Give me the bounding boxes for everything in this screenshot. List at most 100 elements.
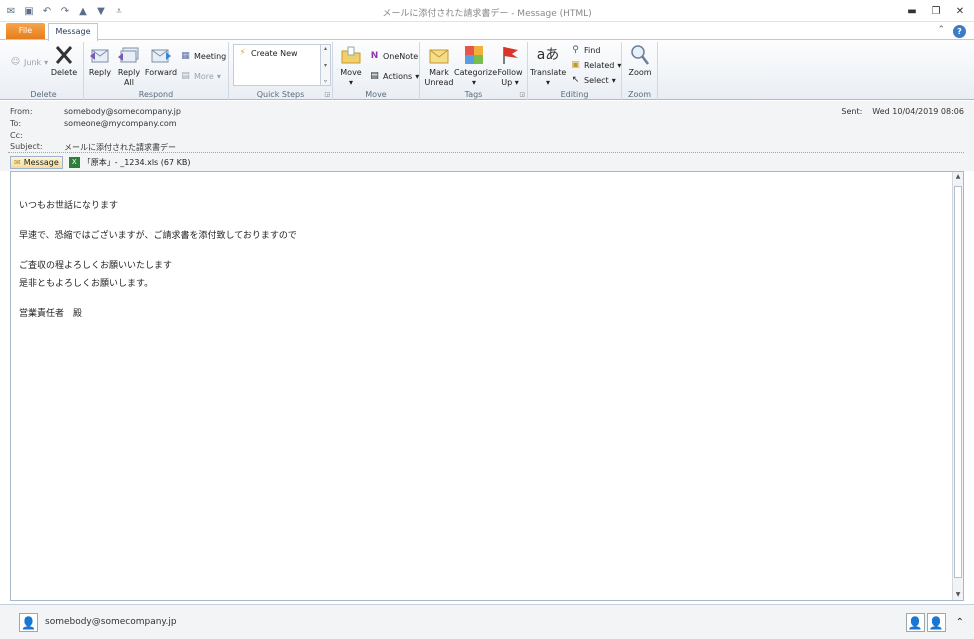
contact-avatar[interactable]: 👤 [926, 613, 946, 632]
tags-launcher-icon[interactable]: ◲ [519, 91, 525, 98]
delete-icon [52, 44, 76, 66]
message-body[interactable]: いつもお世話になります 早速で、恐縮ではございますが、ご請求書を添付致しておりま… [10, 171, 964, 601]
group-respond: Reply Reply All Forward ▦ Meeting ▤ More… [84, 42, 229, 100]
attachment-bar: ✉ Message X 「原本」- _1234.xls (67 KB) [10, 155, 190, 170]
attachment-file[interactable]: X 「原本」- _1234.xls (67 KB) [68, 157, 191, 168]
window-title: メールに添付された請求書デー - Message (HTML) [382, 9, 592, 19]
body-line: 営業責任者 殿 [19, 309, 83, 319]
related-icon: ▣ [571, 60, 580, 70]
group-zoom: Zoom Zoom [622, 42, 658, 100]
window-controls: ▬ ❐ ✕ [904, 4, 968, 18]
envelope-icon: ✉ [14, 158, 21, 167]
group-label-editing: Editing [560, 90, 589, 99]
translate-icon: aあ [536, 47, 560, 63]
from-address[interactable]: somebody@somecompany.jp [64, 107, 181, 118]
translate-button[interactable]: aあ Translate ▾ [530, 44, 566, 88]
expand-people-pane-icon[interactable]: ⌃ [956, 617, 964, 628]
reply-button[interactable]: Reply [86, 44, 114, 78]
actions-button[interactable]: ▤ Actions ▾ [369, 70, 419, 82]
zoom-button[interactable]: Zoom [626, 44, 654, 78]
from-row: From: somebody@somecompany.jp [10, 107, 181, 118]
binoculars-icon: ⚲ [572, 45, 579, 55]
group-label-zoom: Zoom [627, 90, 652, 99]
restore-icon[interactable]: ❐ [928, 4, 944, 18]
title-bar: ✉ ▣ ↶ ↷ ▲ ▼ ⩡ メールに添付された請求書デー - Message (… [0, 0, 974, 22]
delete-button[interactable]: Delete [50, 44, 78, 78]
cursor-icon: ↖ [571, 75, 580, 85]
group-label-move: Move [365, 90, 387, 99]
minimize-icon[interactable]: ▬ [904, 4, 920, 18]
ribbon-tabs: File Message ⌃ ? [0, 22, 974, 41]
excel-file-icon: X [68, 157, 80, 168]
quick-steps-scroll[interactable]: ▴ ▾ ▿ [321, 44, 331, 86]
message-header: From: somebody@somecompany.jp To: someon… [0, 101, 974, 171]
expand-gallery-icon[interactable]: ▿ [324, 78, 327, 85]
scroll-thumb[interactable] [954, 186, 962, 578]
calendar-icon: ▦ [181, 51, 190, 61]
body-line: いつもお世話になります [19, 201, 119, 211]
scroll-up-icon[interactable]: ▴ [324, 45, 327, 52]
vertical-scrollbar[interactable]: ▲ ▼ [952, 172, 963, 600]
forward-icon [149, 44, 173, 66]
reply-icon [88, 44, 112, 66]
move-button[interactable]: Move ▾ [337, 44, 365, 88]
move-folder-icon [339, 44, 363, 66]
to-row: To: someone@mycompany.com [10, 119, 177, 130]
contact-avatar[interactable]: 👤 [905, 613, 925, 632]
close-icon[interactable]: ✕ [952, 4, 968, 18]
people-pane-controls: 👤 👤 ⌃ [905, 613, 964, 632]
scroll-down-icon[interactable]: ▼ [953, 590, 963, 600]
magnifier-icon [628, 44, 652, 66]
cc-row: Cc: [10, 131, 23, 140]
reply-all-icon [117, 44, 141, 66]
attachment-divider [8, 152, 964, 153]
lightning-icon: ⚡ [239, 48, 246, 58]
collapse-ribbon-icon[interactable]: ⌃ [937, 25, 945, 38]
quick-steps-gallery[interactable]: ⚡ Create New [233, 44, 321, 86]
create-new-quick-step[interactable]: ⚡ Create New [237, 47, 297, 59]
forward-button[interactable]: Forward [144, 44, 178, 78]
mark-unread-icon [427, 44, 451, 66]
mark-unread-button[interactable]: Mark Unread [424, 44, 454, 88]
scroll-down-icon[interactable]: ▾ [324, 62, 327, 69]
follow-up-button[interactable]: Follow Up ▾ [496, 44, 524, 88]
reply-all-button[interactable]: Reply All [116, 44, 142, 88]
select-button[interactable]: ↖ Select ▾ [570, 74, 616, 86]
group-move: Move ▾ N OneNote ▤ Actions ▾ Move [333, 42, 420, 100]
more-icon: ▤ [181, 71, 190, 81]
sender-name[interactable]: somebody@somecompany.jp [45, 617, 177, 627]
body-line: 是非ともよろしくお願いします。 [19, 279, 154, 289]
help-icon[interactable]: ? [953, 25, 966, 38]
to-address[interactable]: someone@mycompany.com [64, 119, 177, 130]
flag-icon [498, 44, 522, 66]
attachment-filename: 「原本」- _1234.xls (67 KB) [82, 158, 191, 167]
more-button[interactable]: ▤ More ▾ [180, 70, 221, 82]
meeting-button[interactable]: ▦ Meeting [180, 50, 226, 62]
junk-icon: ☺ [10, 57, 21, 67]
body-line: 早速で、恐縮ではございますが、ご請求書を添付致しておりますので [19, 231, 297, 241]
group-editing: aあ Translate ▾ ⚲ Find ▣ Related ▾ ↖ Selec… [528, 42, 622, 100]
scroll-up-icon[interactable]: ▲ [953, 172, 963, 182]
sender-avatar[interactable]: 👤 [19, 613, 38, 632]
onenote-button[interactable]: N OneNote [369, 50, 419, 62]
group-label-quick-steps: Quick Steps [256, 90, 305, 99]
tab-message[interactable]: Message [48, 23, 98, 41]
message-attachment-tab[interactable]: ✉ Message [10, 156, 63, 169]
group-label-tags: Tags [464, 90, 483, 99]
ribbon: ☺ Junk ▾ Delete Delete Reply Reply All F… [0, 39, 974, 100]
categorize-icon [462, 44, 486, 66]
tab-file[interactable]: File [6, 23, 45, 39]
group-tags: Mark Unread Categorize ▾ Follow Up ▾ Tag… [420, 42, 528, 100]
group-label-delete: Delete [30, 90, 57, 99]
sent-date: Wed 10/04/2019 08:06 [872, 107, 964, 116]
sent-row: Sent: Wed 10/04/2019 08:06 [841, 107, 964, 116]
actions-icon: ▤ [370, 71, 379, 81]
quick-steps-launcher-icon[interactable]: ◲ [324, 91, 330, 98]
junk-button[interactable]: ☺ Junk ▾ [10, 56, 48, 68]
group-label-respond: Respond [138, 90, 174, 99]
group-quick-steps: ⚡ Create New ▴ ▾ ▿ Quick Steps ◲ [229, 42, 333, 100]
categorize-button[interactable]: Categorize ▾ [454, 44, 497, 88]
related-button[interactable]: ▣ Related ▾ [570, 59, 621, 71]
find-button[interactable]: ⚲ Find [570, 44, 600, 56]
people-pane: 👤 somebody@somecompany.jp 👤 👤 ⌃ [0, 604, 974, 639]
